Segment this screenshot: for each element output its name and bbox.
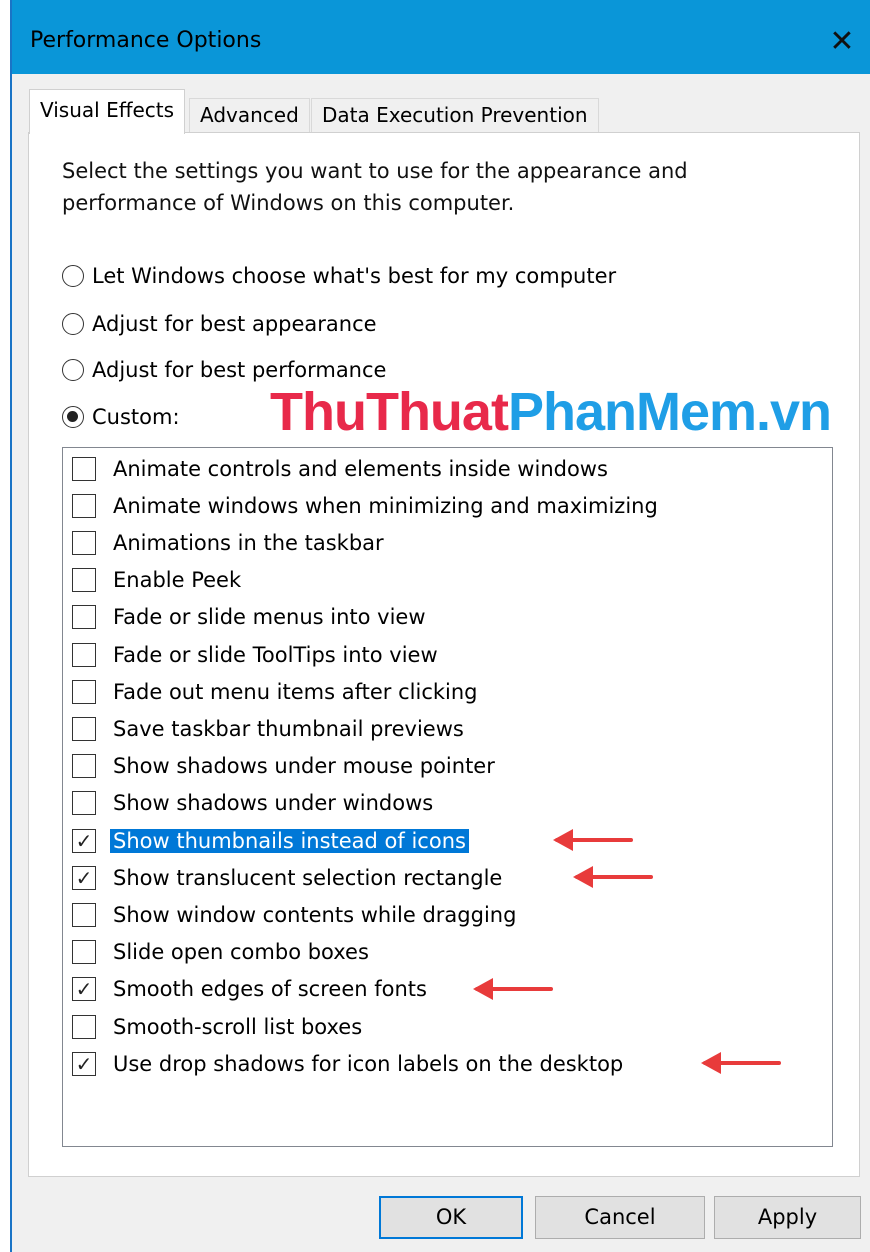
description-text: Select the settings you want to use for … [62, 159, 688, 215]
effect-item[interactable]: Animations in the taskbar [72, 524, 387, 561]
effect-item[interactable]: Fade out menu items after clicking [72, 673, 481, 710]
effect-item[interactable]: Enable Peek [72, 562, 244, 599]
tab-advanced[interactable]: Advanced [189, 98, 310, 132]
checkbox-unchecked[interactable] [72, 530, 96, 555]
radio-best-appearance[interactable]: Adjust for best appearance [62, 308, 377, 340]
checkbox-unchecked[interactable] [72, 940, 96, 965]
checkbox-unchecked[interactable] [72, 754, 96, 779]
checkbox-checked[interactable]: ✓ [72, 865, 96, 890]
checkbox-unchecked[interactable] [72, 493, 96, 518]
window-title: Performance Options [30, 28, 262, 53]
visual-effects-listbox[interactable]: Animate controls and elements inside win… [62, 447, 833, 1147]
effect-label: Animate controls and elements inside win… [113, 456, 608, 481]
effect-label: Fade or slide menus into view [113, 605, 426, 630]
checkbox-checked[interactable]: ✓ [72, 977, 96, 1002]
red-arrow-annotation [701, 1052, 781, 1075]
effect-label: Show shadows under windows [113, 791, 434, 816]
effect-label: Smooth edges of screen fonts [113, 977, 427, 1002]
checkmark-icon: ✓ [75, 977, 93, 1002]
checkbox-unchecked[interactable] [72, 1014, 96, 1039]
effect-label: Use drop shadows for icon labels on the … [113, 1051, 624, 1076]
radio-button[interactable] [62, 406, 84, 428]
checkbox-unchecked[interactable] [72, 716, 96, 741]
tab-visual-effects[interactable]: Visual Effects [29, 89, 186, 134]
checkbox-unchecked[interactable] [72, 902, 96, 927]
effect-label: Fade or slide ToolTips into view [113, 642, 438, 667]
effect-item[interactable]: Fade or slide menus into view [72, 599, 429, 636]
checkbox-unchecked[interactable] [72, 642, 96, 667]
effect-label: Slide open combo boxes [113, 940, 369, 965]
radio-button[interactable] [62, 265, 84, 287]
effect-label: Save taskbar thumbnail previews [113, 716, 464, 741]
effect-label: Show shadows under mouse pointer [113, 754, 495, 779]
title-bar[interactable]: Performance Options ✕ [12, 0, 870, 74]
performance-options-window: Performance Options ✕ Visual Effects Adv… [10, 0, 870, 1252]
watermark-part1: ThuThuat [270, 382, 509, 442]
red-arrow-annotation [473, 977, 553, 1000]
watermark-part2: PhanMem.vn [507, 382, 832, 442]
effect-item[interactable]: ✓ Show translucent selection rectangle [72, 859, 505, 896]
effect-label: Show window contents while dragging [113, 902, 517, 927]
checkbox-unchecked[interactable] [72, 605, 96, 630]
radio-custom[interactable]: Custom: [62, 401, 180, 433]
radio-label: Adjust for best appearance [92, 312, 377, 336]
red-arrow-annotation [573, 866, 653, 889]
checkmark-icon: ✓ [75, 865, 93, 890]
tab-data-execution-prevention[interactable]: Data Execution Prevention [311, 98, 599, 132]
ok-button[interactable]: OK [379, 1196, 523, 1239]
radio-let-windows-choose[interactable]: Let Windows choose what's best for my co… [62, 260, 616, 292]
checkmark-icon: ✓ [75, 828, 93, 853]
radio-label: Custom: [92, 405, 180, 429]
effect-item[interactable]: Fade or slide ToolTips into view [72, 636, 441, 673]
apply-button[interactable]: Apply [714, 1196, 861, 1239]
effect-item[interactable]: Show shadows under windows [72, 785, 436, 822]
effect-item[interactable]: Save taskbar thumbnail previews [72, 710, 467, 747]
effect-item[interactable]: Smooth-scroll list boxes [72, 1008, 365, 1045]
effect-label: Smooth-scroll list boxes [113, 1014, 363, 1039]
checkbox-unchecked[interactable] [72, 791, 96, 816]
radio-button[interactable] [62, 359, 84, 381]
checkbox-checked[interactable]: ✓ [72, 1051, 96, 1076]
checkbox-unchecked[interactable] [72, 679, 96, 704]
checkbox-unchecked[interactable] [72, 568, 96, 593]
visual-effects-panel: Select the settings you want to use for … [28, 132, 860, 1177]
effect-label: Show translucent selection rectangle [113, 865, 503, 890]
checkbox-checked[interactable]: ✓ [72, 828, 96, 853]
checkmark-icon: ✓ [75, 1051, 93, 1076]
effect-label: Show thumbnails instead of icons [110, 828, 469, 853]
effect-item[interactable]: Animate controls and elements inside win… [72, 450, 611, 487]
effect-label: Animate windows when minimizing and maxi… [113, 493, 658, 518]
effect-item[interactable]: Slide open combo boxes [72, 934, 372, 971]
effect-item[interactable]: Animate windows when minimizing and maxi… [72, 487, 661, 524]
red-arrow-annotation [553, 829, 633, 851]
effect-item[interactable]: Show shadows under mouse pointer [72, 748, 498, 785]
radio-button[interactable] [62, 313, 84, 335]
effect-item[interactable]: ✓ Smooth edges of screen fonts [72, 971, 430, 1008]
checkbox-unchecked[interactable] [72, 456, 96, 481]
close-icon[interactable]: ✕ [814, 22, 870, 62]
cancel-button[interactable]: Cancel [535, 1196, 705, 1239]
watermark-logo: ThuThuatPhanMem.vn [270, 381, 832, 443]
effect-item[interactable]: Show window contents while dragging [72, 896, 519, 933]
effect-label: Animations in the taskbar [113, 530, 384, 555]
radio-label: Let Windows choose what's best for my co… [92, 264, 617, 288]
effect-item[interactable]: ✓ Show thumbnails instead of icons [72, 822, 469, 859]
effect-label: Fade out menu items after clicking [113, 679, 478, 704]
effect-label: Enable Peek [113, 568, 242, 593]
effect-item[interactable]: ✓ Use drop shadows for icon labels on the… [72, 1045, 626, 1082]
